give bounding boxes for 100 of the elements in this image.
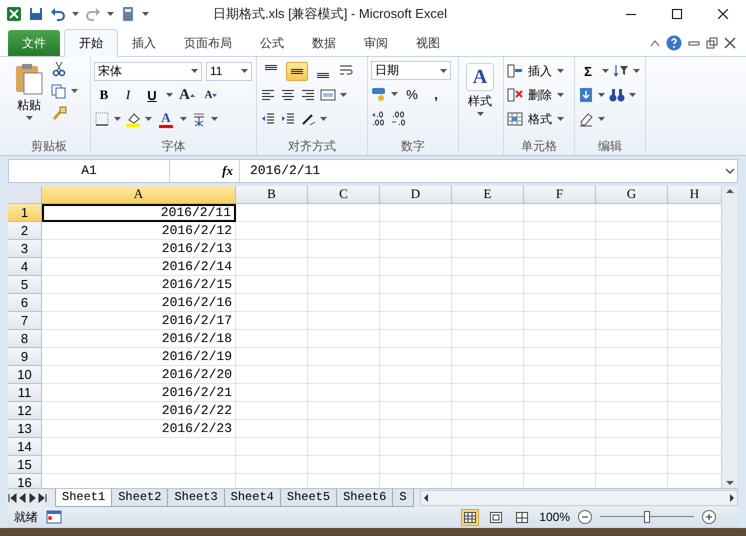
caret-icon[interactable] — [145, 117, 152, 122]
fill-color-icon[interactable] — [125, 111, 141, 128]
delete-cells-icon[interactable] — [507, 87, 523, 104]
italic-button[interactable]: I — [118, 86, 138, 105]
name-box[interactable]: A1 — [9, 160, 170, 182]
empty-cell[interactable] — [308, 276, 380, 294]
spreadsheet-app-icon[interactable] — [6, 6, 22, 22]
row-header[interactable]: 6 — [8, 294, 42, 312]
empty-cell[interactable] — [452, 240, 524, 258]
column-header[interactable]: G — [596, 186, 668, 204]
comma-button[interactable]: , — [426, 84, 446, 104]
slider-thumb[interactable] — [644, 511, 650, 524]
help-icon[interactable] — [666, 35, 682, 52]
row-header[interactable]: 9 — [8, 348, 42, 366]
empty-cell[interactable] — [308, 348, 380, 366]
row-header[interactable]: 1 — [8, 204, 42, 222]
empty-cell[interactable] — [452, 294, 524, 312]
caret-icon[interactable] — [320, 117, 327, 122]
empty-cell[interactable] — [524, 438, 596, 456]
increase-decimal-icon[interactable] — [371, 110, 387, 126]
formula-field[interactable]: 2016/2/11 — [240, 163, 723, 178]
caret-icon[interactable] — [598, 93, 605, 98]
empty-cell[interactable] — [380, 222, 452, 240]
styles-button[interactable]: A 样式 — [462, 61, 498, 138]
empty-cell[interactable] — [524, 456, 596, 474]
shrink-font-button[interactable]: A — [201, 86, 221, 105]
empty-cell[interactable] — [236, 384, 308, 402]
redo-icon[interactable] — [85, 6, 101, 22]
restore-workbook-icon[interactable] — [706, 37, 718, 50]
row-header[interactable]: 10 — [8, 366, 42, 384]
empty-cell[interactable] — [308, 438, 380, 456]
empty-cell[interactable] — [236, 204, 308, 222]
ribbon-tab[interactable]: 视图 — [402, 30, 454, 56]
sheet-tab[interactable]: Sheet2 — [111, 488, 168, 506]
row-header[interactable]: 12 — [8, 402, 42, 420]
percent-button[interactable]: % — [402, 84, 422, 104]
empty-cell[interactable] — [380, 204, 452, 222]
row-header[interactable]: 7 — [8, 312, 42, 330]
empty-cell[interactable] — [380, 312, 452, 330]
empty-cell[interactable] — [596, 312, 668, 330]
save-icon[interactable] — [28, 6, 44, 22]
empty-cell[interactable] — [452, 330, 524, 348]
caret-icon[interactable] — [142, 12, 149, 16]
empty-cell[interactable] — [380, 240, 452, 258]
empty-cell[interactable] — [524, 204, 596, 222]
row-header[interactable]: 3 — [8, 240, 42, 258]
paste-button[interactable]: 粘贴 — [11, 61, 47, 138]
empty-cell[interactable] — [236, 366, 308, 384]
down-arrow-icon[interactable] — [212, 94, 218, 97]
empty-cell[interactable] — [236, 420, 308, 438]
empty-cell[interactable] — [236, 294, 308, 312]
row-header[interactable]: 16 — [8, 474, 42, 488]
caret-icon[interactable] — [602, 69, 609, 74]
horizontal-scrollbar[interactable] — [420, 490, 738, 506]
empty-cell[interactable] — [452, 366, 524, 384]
column-header[interactable]: A — [42, 186, 236, 204]
insert-function-button[interactable]: fx — [170, 160, 240, 182]
font-name-dropdown[interactable]: 宋体 — [94, 62, 202, 81]
caret-icon[interactable] — [180, 117, 187, 122]
row-header[interactable]: 5 — [8, 276, 42, 294]
undo-icon[interactable] — [50, 6, 66, 22]
empty-cell[interactable] — [524, 402, 596, 420]
table-cell[interactable]: 2016/2/19 — [42, 348, 236, 366]
empty-cell[interactable] — [308, 384, 380, 402]
caret-icon[interactable] — [598, 117, 605, 122]
macro-record-icon[interactable] — [46, 509, 62, 526]
select-all-corner[interactable] — [8, 186, 42, 204]
format-cells-icon[interactable] — [507, 111, 523, 128]
empty-cell[interactable] — [524, 258, 596, 276]
next-sheet-icon[interactable] — [28, 492, 38, 502]
empty-cell[interactable] — [452, 420, 524, 438]
empty-cell[interactable] — [236, 276, 308, 294]
previous-sheet-icon[interactable] — [18, 492, 28, 502]
empty-cell[interactable] — [308, 330, 380, 348]
border-icon[interactable] — [94, 111, 110, 128]
table-cell[interactable]: 2016/2/23 — [42, 420, 236, 438]
empty-cell[interactable] — [596, 456, 668, 474]
empty-cell[interactable] — [596, 420, 668, 438]
collapse-ribbon-icon[interactable] — [650, 39, 660, 48]
caret-icon[interactable] — [107, 12, 114, 16]
caret-icon[interactable] — [440, 68, 447, 73]
caret-icon[interactable] — [166, 93, 173, 98]
empty-cell[interactable] — [596, 330, 668, 348]
merge-cells-icon[interactable] — [320, 87, 336, 104]
empty-cell[interactable] — [380, 456, 452, 474]
empty-cell[interactable] — [236, 402, 308, 420]
sheet-tab[interactable]: Sheet4 — [224, 488, 281, 506]
empty-cell[interactable] — [524, 420, 596, 438]
table-cell[interactable]: 2016/2/18 — [42, 330, 236, 348]
cells-menu-button[interactable]: 删除 — [527, 86, 553, 105]
binoculars-icon[interactable] — [609, 87, 625, 104]
column-header[interactable]: F — [524, 186, 596, 204]
column-header[interactable]: H — [668, 186, 722, 204]
caret-icon[interactable] — [633, 69, 640, 74]
grow-font-button[interactable]: A — [177, 86, 197, 105]
table-cell[interactable]: 2016/2/15 — [42, 276, 236, 294]
empty-cell[interactable] — [308, 258, 380, 276]
color-bar-icon[interactable] — [159, 124, 173, 128]
empty-cell[interactable] — [236, 348, 308, 366]
empty-cell[interactable] — [308, 204, 380, 222]
